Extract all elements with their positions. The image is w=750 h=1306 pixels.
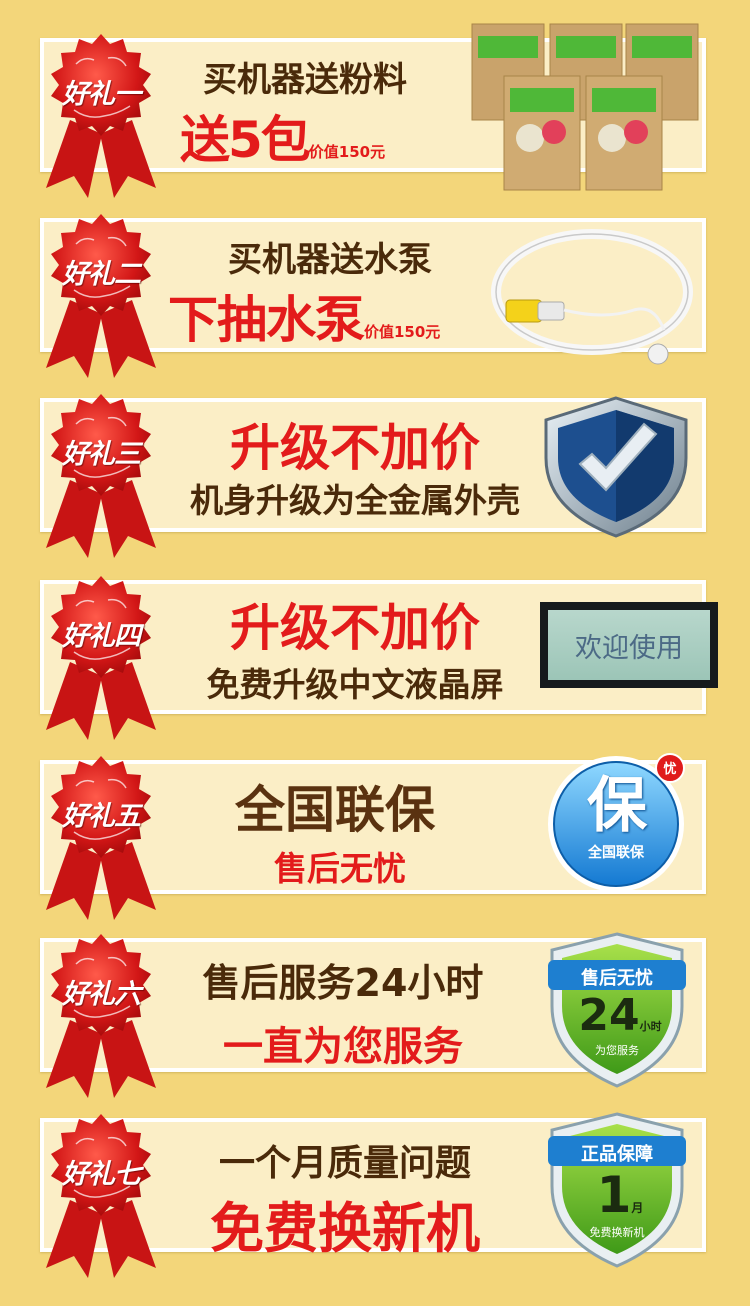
genuine-shield-icon: 正品保障 1月 免费换新机 (542, 1110, 692, 1270)
ribbon-badge-icon (45, 755, 157, 920)
service-shield-top: 售后无忧 (581, 968, 653, 989)
genuine-shield-top: 正品保障 (581, 1144, 653, 1165)
gift-badge-label: 好礼六 (62, 979, 141, 1010)
service-shield-bottom: 为您服务 (595, 1044, 639, 1057)
gift-row-2: 好礼二 买机器送水泵 下抽水泵价值150元 (0, 213, 750, 378)
gift-subline: 下抽水泵价值150元 (168, 280, 498, 352)
gift-subline: 一直为您服务 (223, 1024, 463, 1070)
gift-badge-label: 好礼三 (62, 439, 141, 470)
gift-row-6: 好礼六 售后服务24小时 一直为您服务 售后无忧 24小时 为您服务 (0, 932, 750, 1098)
service-shield-number-row: 24小时 (572, 990, 668, 1041)
gift-badge-label: 好礼七 (62, 1159, 141, 1190)
water-pump-icon (491, 229, 693, 365)
gift-price-note: 价值150元 (308, 143, 386, 161)
gift-headline: 买机器送粉料 (203, 60, 407, 100)
gift-headline: 全国联保 (235, 781, 435, 839)
gift-subline: 售后无忧 (274, 849, 406, 888)
gift-row-4: 好礼四 升级不加价 免费升级中文液晶屏 欢迎使用 (0, 575, 750, 740)
gift-headline: 升级不加价 (230, 599, 480, 657)
genuine-shield-number: 1 (596, 1166, 632, 1224)
service-shield-unit: 小时 (639, 1020, 662, 1033)
ribbon-badge-icon (45, 213, 157, 378)
warranty-badge-icon: 保 全国联保 忧 (544, 746, 694, 896)
service-shield-icon: 售后无忧 24小时 为您服务 (542, 930, 692, 1090)
gift-subline: 免费换新机 (210, 1197, 480, 1260)
gift-price-note: 价值150元 (364, 323, 441, 341)
warranty-seal-label: 全国联保 (588, 845, 644, 861)
warranty-seal-char: 保 (587, 771, 647, 841)
powder-packs-icon (471, 23, 699, 191)
gift-row-5: 好礼五 全国联保 售后无忧 保 全国联保 忧 (0, 753, 750, 920)
gift-row-1: 好礼一 买机器送粉料 送5包价值150元 (0, 23, 750, 198)
gift-subline: 机身升级为全金属外壳 (190, 481, 520, 520)
ribbon-badge-icon (45, 33, 157, 198)
gift-headline: 售后服务24小时 (202, 961, 484, 1005)
ribbon-badge-icon (45, 1113, 157, 1278)
gift-badge-label: 好礼一 (62, 79, 141, 110)
gift-subline: 送5包价值150元 (180, 100, 450, 172)
genuine-shield-number-row: 1月 (572, 1166, 668, 1224)
ribbon-badge-icon (45, 575, 157, 740)
genuine-shield-unit: 月 (631, 1201, 644, 1215)
shield-check-icon (544, 396, 688, 538)
ribbon-badge-icon (45, 933, 157, 1098)
gift-big-text: 下抽水泵 (168, 291, 365, 349)
gift-headline: 买机器送水泵 (228, 240, 432, 280)
ribbon-badge-icon (45, 393, 157, 558)
lcd-screen-text: 欢迎使用 (548, 610, 710, 680)
warranty-corner-char: 忧 (663, 762, 677, 777)
gift-subline: 免费升级中文液晶屏 (206, 665, 504, 704)
gift-headline: 升级不加价 (230, 419, 480, 477)
gift-headline: 一个月质量问题 (218, 1143, 471, 1184)
lcd-screen-icon: 欢迎使用 (540, 602, 718, 688)
gift-row-3: 好礼三 升级不加价 机身升级为全金属外壳 (0, 393, 750, 558)
gift-big-text: 送5包 (180, 111, 311, 169)
gift-badge-label: 好礼二 (62, 259, 141, 290)
gift-badge-label: 好礼四 (62, 621, 141, 652)
service-shield-number: 24 (578, 990, 640, 1041)
gift-row-7: 好礼七 一个月质量问题 免费换新机 正品保障 1月 免费换新机 (0, 1112, 750, 1278)
gift-badge-label: 好礼五 (62, 801, 141, 832)
genuine-shield-bottom: 免费换新机 (589, 1226, 645, 1239)
